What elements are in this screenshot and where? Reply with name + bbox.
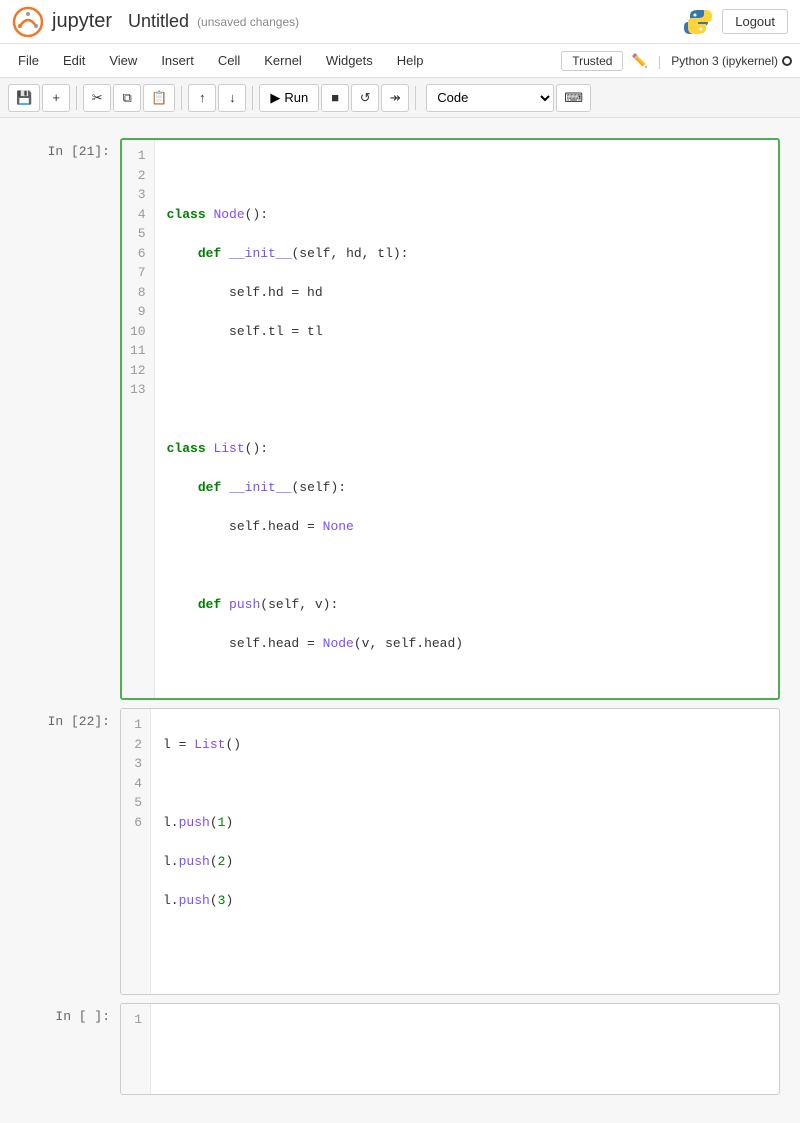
menu-widgets[interactable]: Widgets	[316, 49, 383, 72]
code-line-c2-2	[163, 774, 767, 794]
restart-kernel-button[interactable]: ↺	[351, 84, 379, 112]
cell-2-line-numbers: 123456	[121, 709, 151, 994]
cell-3-line-numbers: 1	[121, 1004, 151, 1094]
move-cell-down-button[interactable]: ↓	[218, 84, 246, 112]
run-button[interactable]: ▶ Run	[259, 84, 319, 112]
cell-1-code-area: 12345 678910 111213 class Node(): def __…	[122, 140, 778, 698]
cell-2-code-area: 123456 l = List() l.push(1) l.push(2) l.…	[121, 709, 779, 994]
code-line-12: def push(self, v):	[167, 595, 766, 615]
save-button[interactable]: 💾	[8, 84, 40, 112]
cut-cell-button[interactable]: ✂	[83, 84, 111, 112]
python-logo-icon	[682, 6, 714, 38]
toolbar-separator-1	[76, 86, 77, 110]
menu-cell[interactable]: Cell	[208, 49, 250, 72]
cell-1[interactable]: 12345 678910 111213 class Node(): def __…	[120, 138, 780, 700]
code-line-11	[167, 556, 766, 576]
code-line-5: self.tl = tl	[167, 322, 766, 342]
run-icon: ▶	[270, 90, 280, 106]
cell-1-line-numbers: 12345 678910 111213	[122, 140, 155, 698]
trusted-area: Trusted ✏️ | Python 3 (ipykernel)	[561, 51, 792, 71]
header: jupyter Untitled (unsaved changes) Logou…	[0, 0, 800, 44]
cell-wrapper-2: In [22]: 123456 l = List() l.push(1) l.p…	[0, 708, 800, 995]
kernel-name-label: Python 3 (ipykernel)	[671, 54, 778, 68]
trusted-button[interactable]: Trusted	[561, 51, 623, 71]
code-line-c2-3: l.push(1)	[163, 813, 767, 833]
toolbar-separator-3	[252, 86, 253, 110]
code-line-c2-4: l.push(2)	[163, 852, 767, 872]
jupyter-wordmark: jupyter	[52, 10, 112, 33]
logout-button[interactable]: Logout	[722, 9, 788, 34]
restart-run-all-button[interactable]: ↠	[381, 84, 409, 112]
toolbar-separator-4	[415, 86, 416, 110]
toolbar: 💾 + ✂ ⧉ 📋 ↑ ↓ ▶ Run ■ ↺ ↠ Code Markdown …	[0, 78, 800, 118]
copy-cell-button[interactable]: ⧉	[113, 84, 141, 112]
menu-help[interactable]: Help	[387, 49, 434, 72]
cell-wrapper-1: In [21]: 12345 678910 111213 class Node(…	[0, 138, 800, 700]
code-line-1	[167, 166, 766, 186]
cell-label-1: In [21]:	[20, 138, 120, 159]
interrupt-kernel-button[interactable]: ■	[321, 84, 349, 112]
cell-label-2: In [22]:	[20, 708, 120, 729]
unsaved-indicator: (unsaved changes)	[197, 15, 299, 29]
code-line-10: self.head = None	[167, 517, 766, 537]
menu-file[interactable]: File	[8, 49, 49, 72]
cell-label-3: In [ ]:	[20, 1003, 120, 1024]
header-left: jupyter Untitled (unsaved changes)	[12, 6, 299, 38]
code-line-c2-5: l.push(3)	[163, 891, 767, 911]
code-line-8: class List():	[167, 439, 766, 459]
code-line-2: class Node():	[167, 205, 766, 225]
menu-edit[interactable]: Edit	[53, 49, 95, 72]
cell-wrapper-3: In [ ]: 1	[0, 1003, 800, 1095]
cell-type-select[interactable]: Code Markdown Raw NBConvert Heading	[426, 84, 554, 112]
keyboard-shortcuts-icon[interactable]: ⌨	[556, 84, 591, 112]
kernel-status-circle	[782, 56, 792, 66]
code-line-7	[167, 400, 766, 420]
move-cell-up-button[interactable]: ↑	[188, 84, 216, 112]
notebook-title[interactable]: Untitled	[128, 11, 189, 32]
jupyter-logo-icon	[12, 6, 44, 38]
run-label: Run	[284, 90, 308, 105]
insert-cell-below-button[interactable]: +	[42, 84, 70, 112]
code-line-4: self.hd = hd	[167, 283, 766, 303]
code-line-9: def __init__(self):	[167, 478, 766, 498]
code-line-c3-1	[163, 1030, 767, 1050]
cell-3-code-content[interactable]	[151, 1004, 779, 1094]
divider-line: |	[658, 53, 662, 69]
menubar: File Edit View Insert Cell Kernel Widget…	[0, 44, 800, 78]
cell-1-code-content[interactable]: class Node(): def __init__(self, hd, tl)…	[155, 140, 778, 698]
code-line-c2-6	[163, 930, 767, 950]
cell-2[interactable]: 123456 l = List() l.push(1) l.push(2) l.…	[120, 708, 780, 995]
paste-cell-button[interactable]: 📋	[143, 84, 175, 112]
cell-2-code-content[interactable]: l = List() l.push(1) l.push(2) l.push(3)	[151, 709, 779, 994]
pencil-icon[interactable]: ✏️	[631, 53, 647, 69]
notebook-area: In [21]: 12345 678910 111213 class Node(…	[0, 118, 800, 1123]
cell-3[interactable]: 1	[120, 1003, 780, 1095]
menu-view[interactable]: View	[99, 49, 147, 72]
code-line-6	[167, 361, 766, 381]
menu-insert[interactable]: Insert	[151, 49, 204, 72]
cell-3-code-area: 1	[121, 1004, 779, 1094]
code-line-13: self.head = Node(v, self.head)	[167, 634, 766, 654]
header-right: Logout	[682, 6, 788, 38]
toolbar-separator-2	[181, 86, 182, 110]
menu-kernel[interactable]: Kernel	[254, 49, 312, 72]
kernel-info: Python 3 (ipykernel)	[671, 54, 792, 68]
code-line-c2-1: l = List()	[163, 735, 767, 755]
code-line-3: def __init__(self, hd, tl):	[167, 244, 766, 264]
